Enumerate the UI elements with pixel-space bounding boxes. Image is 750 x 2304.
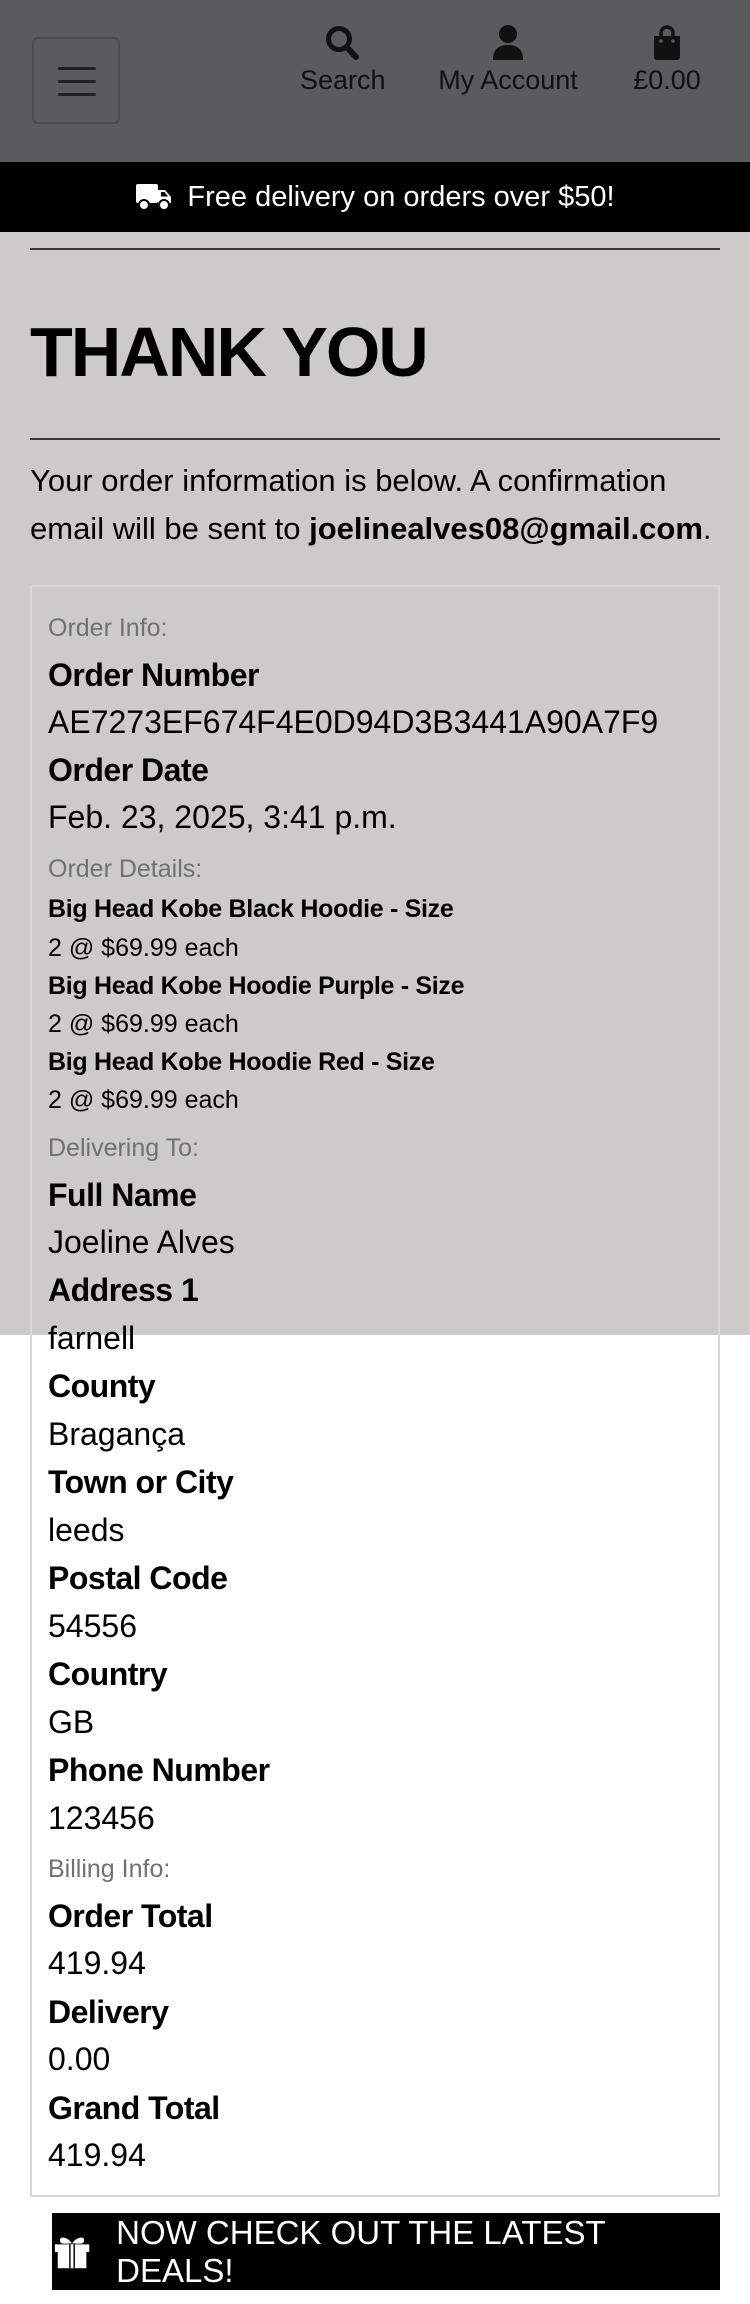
user-icon <box>493 25 523 60</box>
divider <box>30 248 720 250</box>
search-label: Search <box>300 65 386 95</box>
address1-label: Address 1 <box>48 1272 199 1308</box>
order-details-heading: Order Details: <box>48 855 203 883</box>
order-total-value: 419.94 <box>48 1945 146 1981</box>
gift-icon <box>54 2237 90 2268</box>
postal-code-value: 54556 <box>48 1608 137 1644</box>
county-label: County <box>48 1368 156 1404</box>
order-total-label: Order Total <box>48 1898 213 1934</box>
page-title: THANK YOU <box>30 313 429 391</box>
delivering-heading: Delivering To: <box>48 1134 200 1162</box>
order-item-qty-price: 2 @ $69.99 each <box>48 934 239 962</box>
country-label: Country <box>48 1656 168 1692</box>
order-date-value: Feb. 23, 2025, 3:41 p.m. <box>48 799 397 835</box>
delivery-value: 0.00 <box>48 2041 111 2077</box>
banner-text: Free delivery on orders over $50! <box>187 180 615 213</box>
latest-deals-button[interactable]: NOW CHECK OUT THE LATEST DEALS! <box>52 2213 720 2290</box>
order-number-value: AE7273EF674F4E0D94D3B3441A90A7F9 <box>48 704 659 740</box>
hamburger-icon-bar <box>58 80 96 83</box>
my-account-link[interactable]: My Account <box>434 24 582 96</box>
search-icon <box>326 26 359 60</box>
bag-total: £0.00 <box>633 65 701 95</box>
order-item-name: Big Head Kobe Hoodie Red - Size <box>48 1048 435 1076</box>
grand-total-label: Grand Total <box>48 2090 220 2126</box>
country-value: GB <box>48 1704 95 1740</box>
phone-label: Phone Number <box>48 1752 270 1788</box>
intro-text: Your order information is below. A confi… <box>30 457 720 553</box>
order-item-qty-price: 2 @ $69.99 each <box>48 1086 239 1114</box>
order-date-label: Order Date <box>48 752 209 788</box>
billing-heading: Billing Info: <box>48 1855 171 1883</box>
town-label: Town or City <box>48 1464 234 1500</box>
latest-deals-label: NOW CHECK OUT THE LATEST DEALS! <box>116 2213 606 2289</box>
phone-value: 123456 <box>48 1800 155 1836</box>
address1-value: farnell <box>48 1320 136 1356</box>
order-number-label: Order Number <box>48 657 259 693</box>
my-account-label: My Account <box>438 65 578 95</box>
hamburger-icon <box>58 67 96 70</box>
order-item-name: Big Head Kobe Black Hoodie - Size <box>48 895 454 923</box>
grand-total-value: 419.94 <box>48 2137 146 2173</box>
order-item-qty-price: 2 @ $69.99 each <box>48 1010 239 1038</box>
shopping-bag-link[interactable]: £0.00 <box>630 24 704 96</box>
postal-code-label: Postal Code <box>48 1560 228 1596</box>
town-value: leeds <box>48 1512 125 1548</box>
full-name-label: Full Name <box>48 1177 197 1213</box>
menu-toggle-button[interactable] <box>32 37 120 124</box>
delivery-label: Delivery <box>48 1994 169 2030</box>
confirmation-email: joelinealves08@gmail.com <box>309 511 703 546</box>
order-item-name: Big Head Kobe Hoodie Purple - Size <box>48 972 465 1000</box>
shopping-bag-icon <box>654 25 680 60</box>
truck-icon <box>136 184 172 211</box>
divider <box>30 438 720 440</box>
search-link[interactable]: Search <box>300 24 386 96</box>
intro-period: . <box>702 511 712 546</box>
full-name-value: Joeline Alves <box>48 1224 235 1260</box>
hamburger-icon-bar <box>58 93 96 96</box>
county-value: Bragança <box>48 1416 185 1452</box>
navbar: Search My Account £0.00 <box>0 0 750 162</box>
delivery-banner: Free delivery on orders over $50! <box>0 162 750 232</box>
order-info-heading: Order Info: <box>48 614 168 642</box>
